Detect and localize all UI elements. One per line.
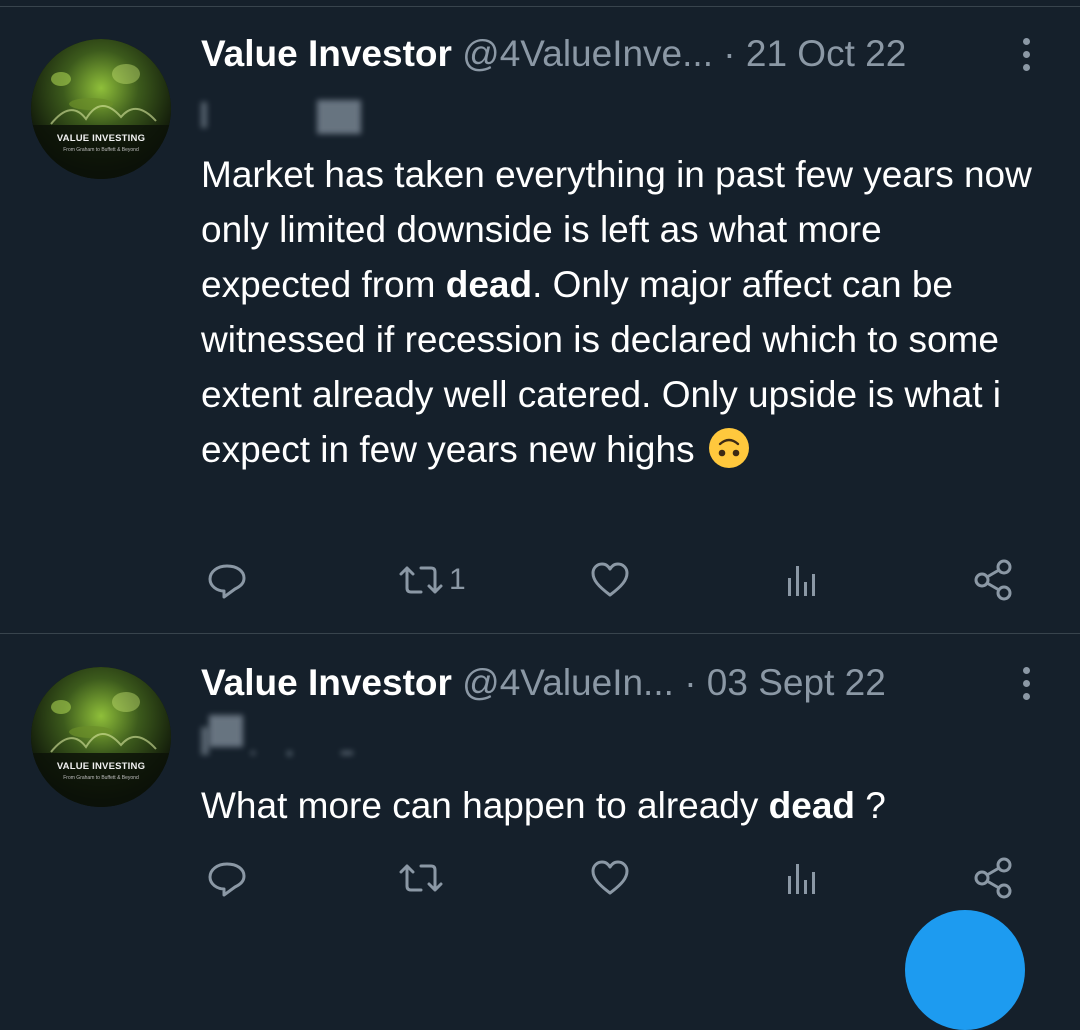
compose-tweet-button[interactable] (905, 910, 1025, 1030)
avatar-image (31, 667, 171, 807)
tweet-text: Market has taken everything in past few … (201, 147, 1041, 477)
share-icon (974, 559, 1012, 601)
avatar-title: VALUE INVESTING (56, 133, 146, 144)
author-handle[interactable]: @4ValueIn... (462, 662, 674, 703)
action-bar: 1 (0, 555, 1080, 605)
action-bar (0, 853, 1080, 903)
upside-down-face-icon (708, 428, 749, 468)
tweet[interactable]: VALUE INVESTING From Graham to Buffett &… (0, 0, 1080, 634)
author-name[interactable]: Value Investor (201, 662, 452, 703)
analytics-button[interactable] (782, 555, 822, 605)
tweet-date[interactable]: 03 Sept 22 (707, 662, 886, 703)
more-options-icon[interactable] (1012, 34, 1042, 74)
avatar-image (31, 39, 171, 179)
tweet-header: Value Investor @4ValueInve... · 21 Oct 2… (201, 32, 980, 76)
tweet-text-part: What more can happen to already (201, 785, 769, 826)
separator-dot: · (684, 662, 697, 703)
tweet-divider (0, 633, 1080, 634)
analytics-icon (788, 566, 815, 596)
like-button[interactable] (588, 853, 632, 903)
reply-button[interactable] (205, 853, 249, 903)
retweet-button[interactable]: 1 (395, 555, 466, 605)
retweet-button[interactable] (395, 853, 447, 903)
retweet-count: 1 (449, 563, 466, 596)
tweet-text-bold: dead (445, 264, 533, 305)
avatar-title: VALUE INVESTING (56, 761, 146, 772)
avatar[interactable]: VALUE INVESTING From Graham to Buffett &… (31, 667, 171, 807)
heart-icon (591, 860, 629, 895)
author-handle[interactable]: @4ValueInve... (462, 33, 713, 74)
reply-button[interactable] (205, 555, 249, 605)
retweet-icon (399, 566, 443, 594)
tweet[interactable]: VALUE INVESTING From Graham to Buffett &… (0, 635, 1080, 935)
separator-dot: · (723, 33, 736, 74)
more-options-icon[interactable] (1012, 663, 1042, 703)
avatar[interactable]: VALUE INVESTING From Graham to Buffett &… (31, 39, 171, 179)
tweet-date[interactable]: 21 Oct 22 (746, 33, 906, 74)
avatar-subtitle: From Graham to Buffett & Beyond (63, 147, 139, 153)
retweet-icon (399, 864, 443, 892)
redacted-replying-to (201, 713, 371, 759)
share-button[interactable] (970, 853, 1018, 903)
author-name[interactable]: Value Investor (201, 33, 452, 74)
heart-icon (591, 562, 629, 597)
redacted-replying-to (201, 98, 371, 134)
tweet-text-part: ? (855, 785, 886, 826)
avatar-subtitle: From Graham to Buffett & Beyond (63, 775, 139, 781)
tweet-text: What more can happen to already dead ? (201, 778, 1041, 833)
share-icon (974, 857, 1012, 899)
tweet-text-bold: dead (768, 785, 856, 826)
analytics-icon (788, 864, 815, 894)
reply-icon (208, 862, 246, 897)
like-button[interactable] (588, 555, 632, 605)
tweet-header: Value Investor @4ValueIn... · 03 Sept 22 (201, 661, 980, 705)
analytics-button[interactable] (782, 853, 822, 903)
share-button[interactable] (970, 555, 1018, 605)
reply-icon (208, 564, 246, 599)
